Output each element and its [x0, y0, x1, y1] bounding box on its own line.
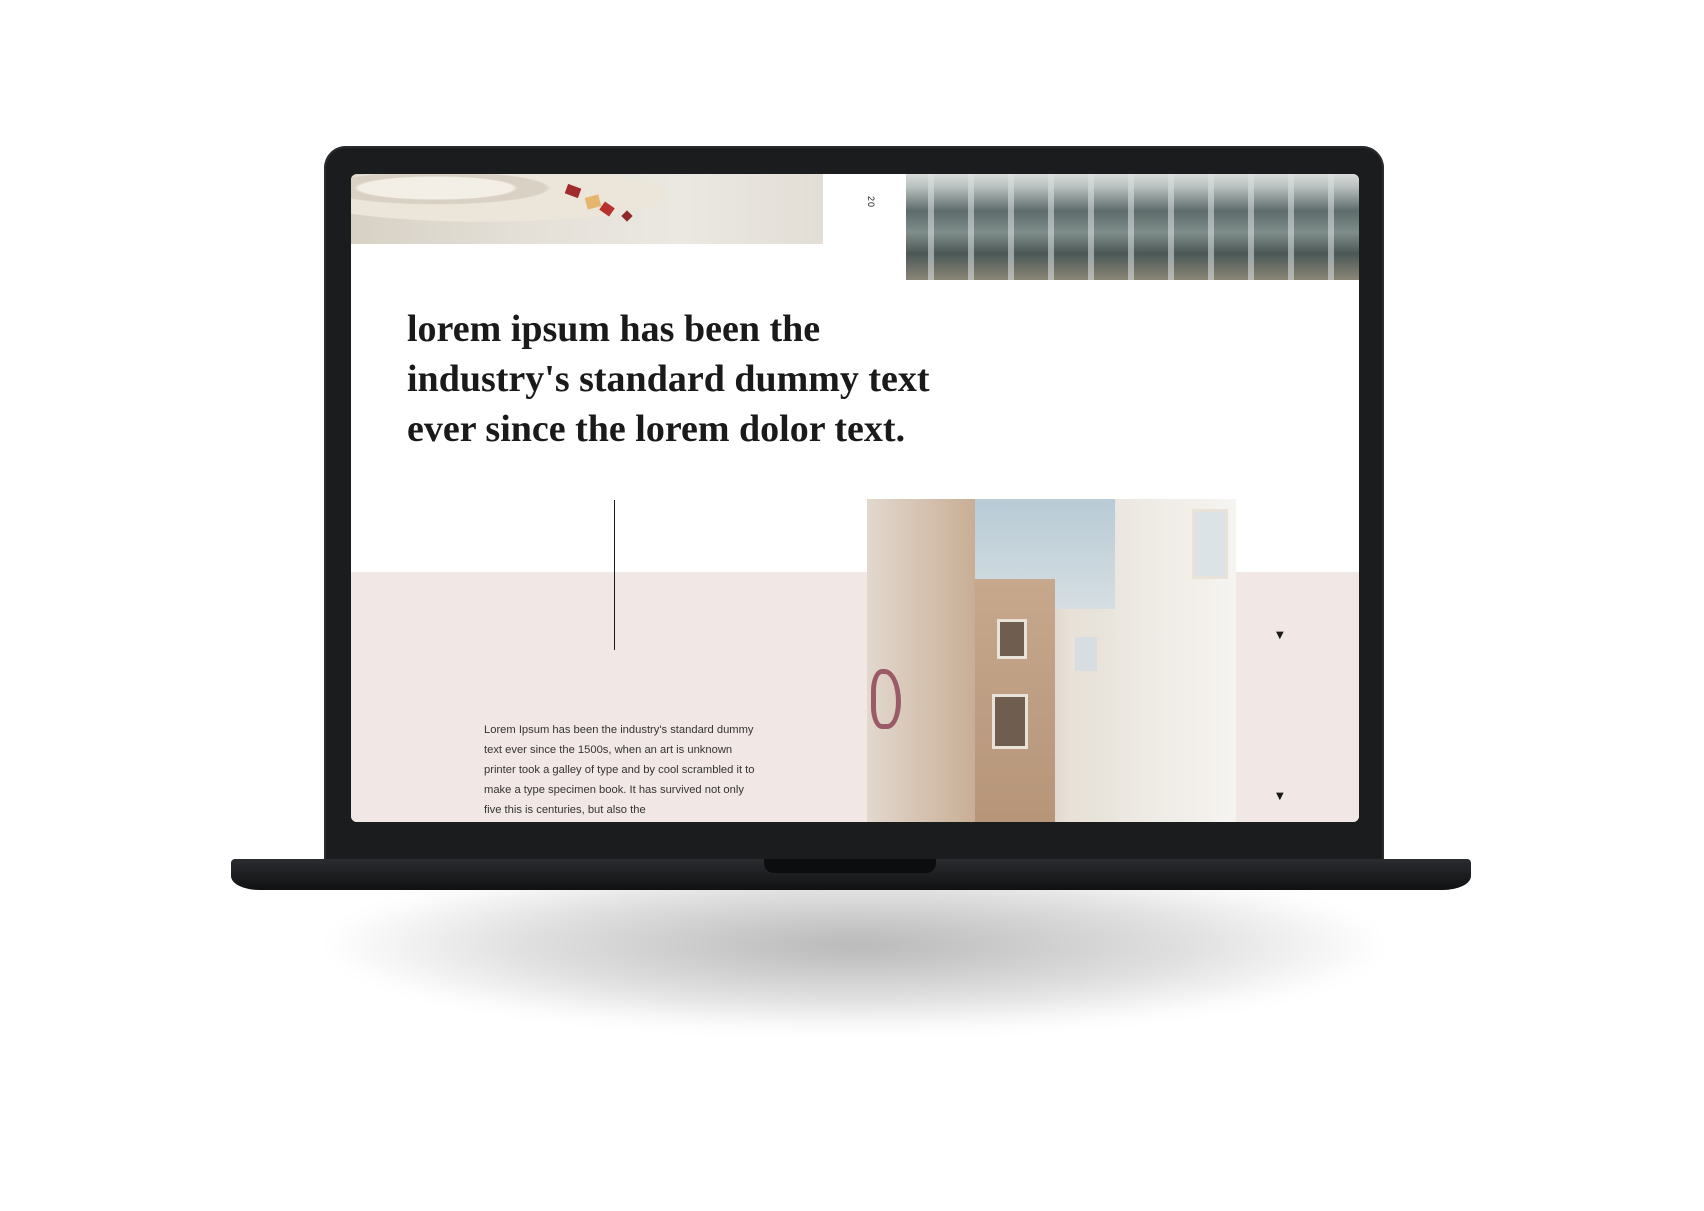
body-paragraph: Lorem Ipsum has been the industry's stan… — [484, 724, 755, 816]
arrow-down-icon[interactable]: ▼ — [1276, 791, 1284, 802]
arrow-down-icon[interactable]: ▼ — [1276, 630, 1284, 641]
headline: lorem ipsum has been the industry's stan… — [407, 308, 930, 450]
canal-reflection-image — [906, 174, 1359, 280]
laptop-notch — [764, 859, 936, 873]
page-number: 20 — [866, 196, 876, 209]
building-alley-image — [867, 499, 1236, 822]
coffee-cup-image — [351, 174, 823, 244]
laptop-screen: 20 lorem ipsum has been the industry's s… — [351, 174, 1359, 822]
vertical-divider — [614, 500, 615, 650]
